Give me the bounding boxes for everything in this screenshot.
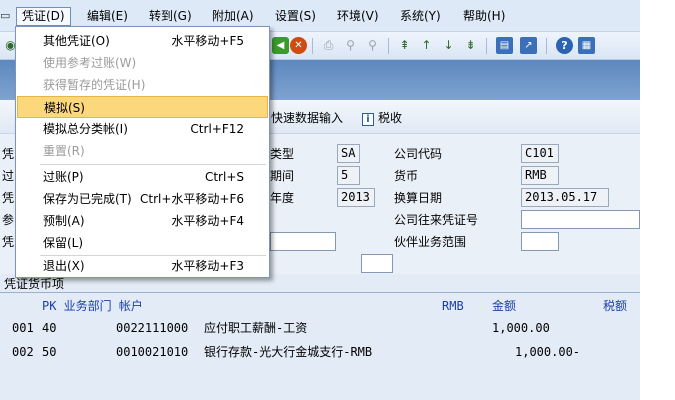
intercompany-doc-field[interactable] [521, 210, 640, 229]
company-code-label: 公司代码 [394, 147, 443, 161]
document-type-label: 类型 [270, 147, 295, 161]
help-icon[interactable]: ? [556, 37, 573, 54]
tax-button-label: 税收 [378, 111, 403, 125]
menu-settings[interactable]: 设置(S) [270, 7, 321, 26]
currency-label: 货币 [394, 169, 419, 183]
menu-item-post[interactable]: 过账(P) Ctrl+S [17, 166, 268, 188]
posting-key: 50 [42, 345, 57, 359]
currency-field[interactable]: RMB [521, 166, 559, 185]
tax-button[interactable]: i 税收 [362, 109, 402, 127]
menu-item-other-document[interactable]: 其他凭证(O) 水平移动+F5 [17, 30, 268, 52]
menu-extras[interactable]: 附加(A) [207, 7, 259, 26]
find-next-icon[interactable]: ⚲ [364, 37, 381, 54]
menu-item-hold[interactable]: 保留(L) [17, 232, 268, 254]
left-label-2: 过 [2, 169, 15, 183]
column-tax-amount: 税额 [603, 299, 628, 313]
intercompany-doc-label: 公司往来凭证号 [394, 213, 479, 227]
column-amount: 金额 [492, 299, 517, 313]
menu-edit[interactable]: 编辑(E) [82, 7, 133, 26]
menu-goto[interactable]: 转到(G) [144, 7, 197, 26]
back-icon[interactable]: ◀ [272, 37, 289, 54]
document-items-section: 凭证货币项 PK 业务部门 帐户 RMB 金额 税额 001 40 002211… [0, 274, 640, 400]
left-label-1: 凭 [2, 147, 15, 161]
column-pk-dept-account: PK 业务部门 帐户 [42, 299, 143, 313]
left-input-field[interactable] [270, 232, 336, 251]
translation-date-field[interactable]: 2013.05.17 [521, 188, 609, 207]
next-page-icon[interactable]: ↓ [440, 37, 457, 54]
trading-partner-field[interactable] [521, 232, 559, 251]
amount-value: 1,000.00 [492, 321, 550, 335]
account-text: 银行存款-光大行金城支行-RMB [204, 345, 373, 359]
find-icon[interactable]: ⚲ [342, 37, 359, 54]
info-icon: i [362, 113, 374, 126]
menu-item-post-with-reference[interactable]: 使用参考过账(W) [17, 52, 268, 74]
translation-date-label: 换算日期 [394, 191, 443, 205]
fiscal-year-label: 年度 [270, 191, 295, 205]
menu-item-simulate[interactable]: 模拟(S) [17, 96, 268, 118]
layout-menu-icon[interactable]: ▦ [578, 37, 595, 54]
right-blank-area [640, 0, 675, 400]
row-number: 001 [12, 321, 34, 335]
column-currency: RMB [442, 299, 464, 313]
document-type-field[interactable]: SA [337, 144, 360, 163]
first-page-icon[interactable]: ⇞ [396, 37, 413, 54]
left-label-3: 凭 [2, 191, 15, 205]
menu-system[interactable]: 系统(Y) [395, 7, 446, 26]
create-session-icon[interactable]: ▤ [496, 37, 513, 54]
items-section-title: 凭证货币项 [4, 277, 65, 291]
account-number: 0010021010 [116, 345, 189, 359]
account-text: 应付职工薪酬-工资 [204, 321, 308, 335]
period-field[interactable]: 5 [337, 166, 360, 185]
previous-page-icon[interactable]: ↑ [418, 37, 435, 54]
menu-separator [40, 164, 266, 165]
table-row[interactable]: 002 50 0010021010 银行存款-光大行金城支行-RMB 1,000… [0, 342, 640, 362]
left-label-5: 凭 [2, 235, 15, 249]
row-number: 002 [12, 345, 34, 359]
company-code-field[interactable]: C101 [521, 144, 559, 163]
section-divider [0, 292, 640, 293]
table-row[interactable]: 001 40 0022111000 应付职工薪酬-工资 1,000.00 [0, 318, 640, 338]
shortcut-icon[interactable]: ↗ [520, 37, 537, 54]
account-number: 0022111000 [116, 321, 189, 335]
posting-key: 40 [42, 321, 57, 335]
amount-value: 1,000.00- [515, 345, 581, 359]
menu-item-save-as-completed[interactable]: 保存为已完成(T) Ctrl+水平移动+F6 [17, 188, 268, 210]
menu-item-get-parked-document[interactable]: 获得暂存的凭证(H) [17, 74, 268, 96]
cancel-icon[interactable]: ✕ [290, 37, 307, 54]
left-label-4: 参 [2, 213, 15, 227]
menu-item-simulate-general-ledger[interactable]: 模拟总分类帐(I) Ctrl+F12 [17, 118, 268, 140]
menu-item-reset[interactable]: 重置(R) [17, 140, 268, 162]
document-menu-dropdown: 其他凭证(O) 水平移动+F5 使用参考过账(W) 获得暂存的凭证(H) 模拟(S… [15, 26, 270, 278]
menu-help[interactable]: 帮助(H) [458, 7, 510, 26]
last-page-icon[interactable]: ⇟ [462, 37, 479, 54]
period-label: 期间 [270, 169, 295, 183]
menu-document[interactable]: 凭证(D) [16, 7, 71, 26]
menu-item-exit[interactable]: 退出(X) 水平移动+F3 [17, 255, 268, 277]
fiscal-year-field[interactable]: 2013 [337, 188, 375, 207]
system-menu-icon[interactable]: ▭ [0, 9, 12, 23]
small-input-field[interactable] [361, 254, 393, 273]
menu-item-park[interactable]: 预制(A) 水平移动+F4 [17, 210, 268, 232]
fast-data-entry-button[interactable]: 快速数据输入 [271, 109, 343, 127]
print-icon[interactable]: ⎙ [320, 37, 337, 54]
menu-environment[interactable]: 环境(V) [332, 7, 384, 26]
trading-partner-label: 伙伴业务范围 [394, 235, 467, 249]
